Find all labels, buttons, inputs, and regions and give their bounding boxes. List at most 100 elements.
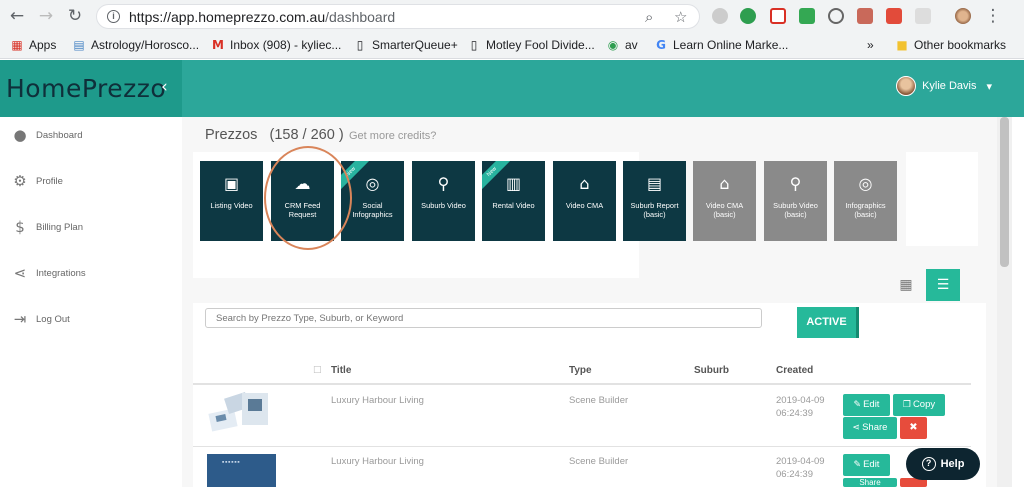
tile-suburb-video-basic[interactable]: ⚲ Suburb Video (basic) (764, 161, 827, 241)
gmail-icon[interactable] (770, 8, 786, 24)
column-header-suburb[interactable]: Suburb (694, 365, 729, 376)
prezzo-thumbnail[interactable]: ■ ■ ■ ■ ■ ■ (207, 454, 276, 487)
map-pin-icon: ⚲ (789, 174, 802, 193)
user-menu[interactable]: Kylie Davis ▾ (896, 76, 992, 96)
apps-grid-icon: ▦ (11, 38, 23, 52)
todoist-icon[interactable] (886, 8, 902, 24)
bookmark-item[interactable]: ▯ Motley Fool Divide... (467, 38, 595, 52)
edit-button[interactable]: ✎ Edit (843, 394, 890, 416)
sidebar-item-logout[interactable]: ⇥ Log Out (12, 311, 70, 327)
tile-label: Suburb Video (basic) (773, 201, 818, 219)
active-filter-button[interactable]: ACTIVE (797, 307, 859, 338)
help-button[interactable]: ? Help (906, 448, 980, 480)
tile-video-cma[interactable]: ⌂ Video CMA (553, 161, 616, 241)
extension-icon[interactable] (915, 8, 931, 24)
bookmark-item[interactable]: ▯ SmarterQueue+ (353, 38, 458, 52)
tile-label: Suburb Report (basic) (630, 201, 679, 219)
row-created-time: 06:24:39 (776, 469, 813, 480)
menu-icon[interactable]: ⋮ (984, 7, 1002, 25)
bookmark-apps[interactable]: ▦ Apps (10, 38, 56, 52)
bookmark-item[interactable]: ▤ Astrology/Horosco... (72, 38, 199, 52)
get-more-credits-link[interactable]: Get more credits? (349, 130, 436, 142)
reload-icon[interactable]: ↻ (66, 7, 84, 25)
row-created-date: 2019-04-09 (776, 456, 825, 467)
share-button[interactable]: ⋖ Share (843, 417, 897, 439)
address-bar[interactable]: i https://app.homeprezzo.com.au/dashboar… (96, 4, 700, 29)
bookmark-label: Other bookmarks (914, 38, 1007, 52)
grid-view-button[interactable]: ▦ (889, 269, 923, 301)
browser-toolbar: ← → ↻ i https://app.homeprezzo.com.au/da… (0, 0, 1024, 33)
edit-icon: ✎ (853, 400, 862, 410)
page-icon: ▤ (73, 38, 85, 52)
share-button[interactable]: Share (843, 478, 897, 487)
page-title-text: Prezzos (205, 127, 258, 143)
row-type: Scene Builder (569, 395, 629, 406)
tile-video-cma-basic[interactable]: ⌂ Video CMA (basic) (693, 161, 756, 241)
share-label: Share (862, 422, 888, 433)
copy-button[interactable]: ❐ Copy (893, 394, 945, 416)
delete-button[interactable]: ✖ (900, 417, 927, 439)
bookmark-label: SmarterQueue+ (372, 38, 458, 52)
tile-infographics-basic[interactable]: ◎ Infographics (basic) (834, 161, 897, 241)
row-divider (193, 446, 971, 447)
other-bookmarks[interactable]: ■ Other bookmarks (895, 38, 1006, 52)
bookmarks-overflow[interactable]: » (867, 38, 874, 52)
homeprezzo-logo[interactable]: HomePrezzo (6, 74, 166, 103)
user-name: Kylie Davis (922, 80, 977, 92)
gmail-icon: M (212, 38, 224, 52)
bookmark-item[interactable]: G Learn Online Marke... (654, 38, 788, 52)
column-header-type[interactable]: Type (569, 365, 592, 376)
list-view-button[interactable]: ☰ (926, 269, 960, 301)
highlight-annotation-circle (264, 146, 352, 250)
sheets-icon[interactable] (799, 8, 815, 24)
back-icon[interactable]: ← (8, 7, 26, 25)
avatar (896, 76, 917, 96)
row-title[interactable]: Luxury Harbour Living (331, 395, 424, 407)
film-icon: ▣ (223, 174, 240, 193)
evernote-icon[interactable] (740, 8, 756, 24)
home-icon: ⌂ (579, 174, 590, 193)
sidebar-item-integrations[interactable]: ⋖ Integrations (12, 265, 86, 281)
edit-button[interactable]: ✎ Edit (843, 454, 890, 476)
scrollbar-thumb[interactable] (1000, 117, 1009, 267)
dollar-icon: $ (15, 218, 25, 236)
sidebar-collapse-icon[interactable]: ‹ (161, 77, 168, 97)
column-header-title[interactable]: Title (331, 365, 351, 376)
sidebar-item-label: Profile (36, 175, 63, 187)
sort-icon[interactable]: □ (313, 365, 322, 375)
share-icon: ⋖ (852, 423, 861, 433)
tile-listing-video[interactable]: ▣ Listing Video (200, 161, 263, 241)
search-input[interactable] (205, 308, 762, 328)
extension-icon[interactable] (712, 8, 728, 24)
info-icon[interactable]: i (107, 10, 120, 23)
bookmark-item[interactable]: M Inbox (908) - kyliec... (211, 38, 341, 52)
prezzo-thumbnail[interactable] (208, 389, 272, 433)
tile-suburb-video[interactable]: ⚲ Suburb Video (412, 161, 475, 241)
row-title[interactable]: Luxury Harbour Living (331, 456, 424, 468)
tile-label: Video CMA (565, 201, 604, 210)
logo-area: HomePrezzo ‹ (0, 60, 182, 117)
tile-suburb-report-basic[interactable]: ▤ Suburb Report (basic) (623, 161, 686, 241)
sidebar-item-label: Dashboard (36, 129, 83, 141)
copy-icon: ❐ (902, 400, 911, 410)
tile-label: Infographics (basic) (845, 201, 886, 219)
column-header-created[interactable]: Created (776, 365, 813, 376)
bookmark-label: Inbox (908) - kyliec... (230, 38, 342, 52)
table-header: □ Title Type Suburb Created (193, 358, 971, 385)
forward-icon[interactable]: → (37, 7, 55, 25)
gear-icon: ⚙ (13, 172, 27, 190)
bookmark-label: Apps (29, 38, 57, 52)
extension-icon[interactable] (828, 8, 844, 24)
tile-rental-video[interactable]: New ▥ Rental Video (482, 161, 545, 241)
extension-icon[interactable] (857, 8, 873, 24)
star-icon[interactable]: ☆ (674, 8, 687, 26)
page-title: Prezzos (158 / 260 ) (205, 127, 344, 143)
profile-avatar[interactable] (955, 8, 971, 24)
sidebar-item-label: Billing Plan (36, 221, 83, 233)
sidebar-item-billing-plan[interactable]: $ Billing Plan (12, 219, 83, 235)
zoom-icon[interactable]: ⌕ (645, 8, 653, 26)
bookmark-item[interactable]: ◉ av (606, 38, 638, 52)
instagram-icon: ◎ (858, 174, 873, 193)
sidebar-item-profile[interactable]: ⚙ Profile (12, 173, 63, 189)
sidebar-item-dashboard[interactable]: ● Dashboard (12, 127, 82, 143)
